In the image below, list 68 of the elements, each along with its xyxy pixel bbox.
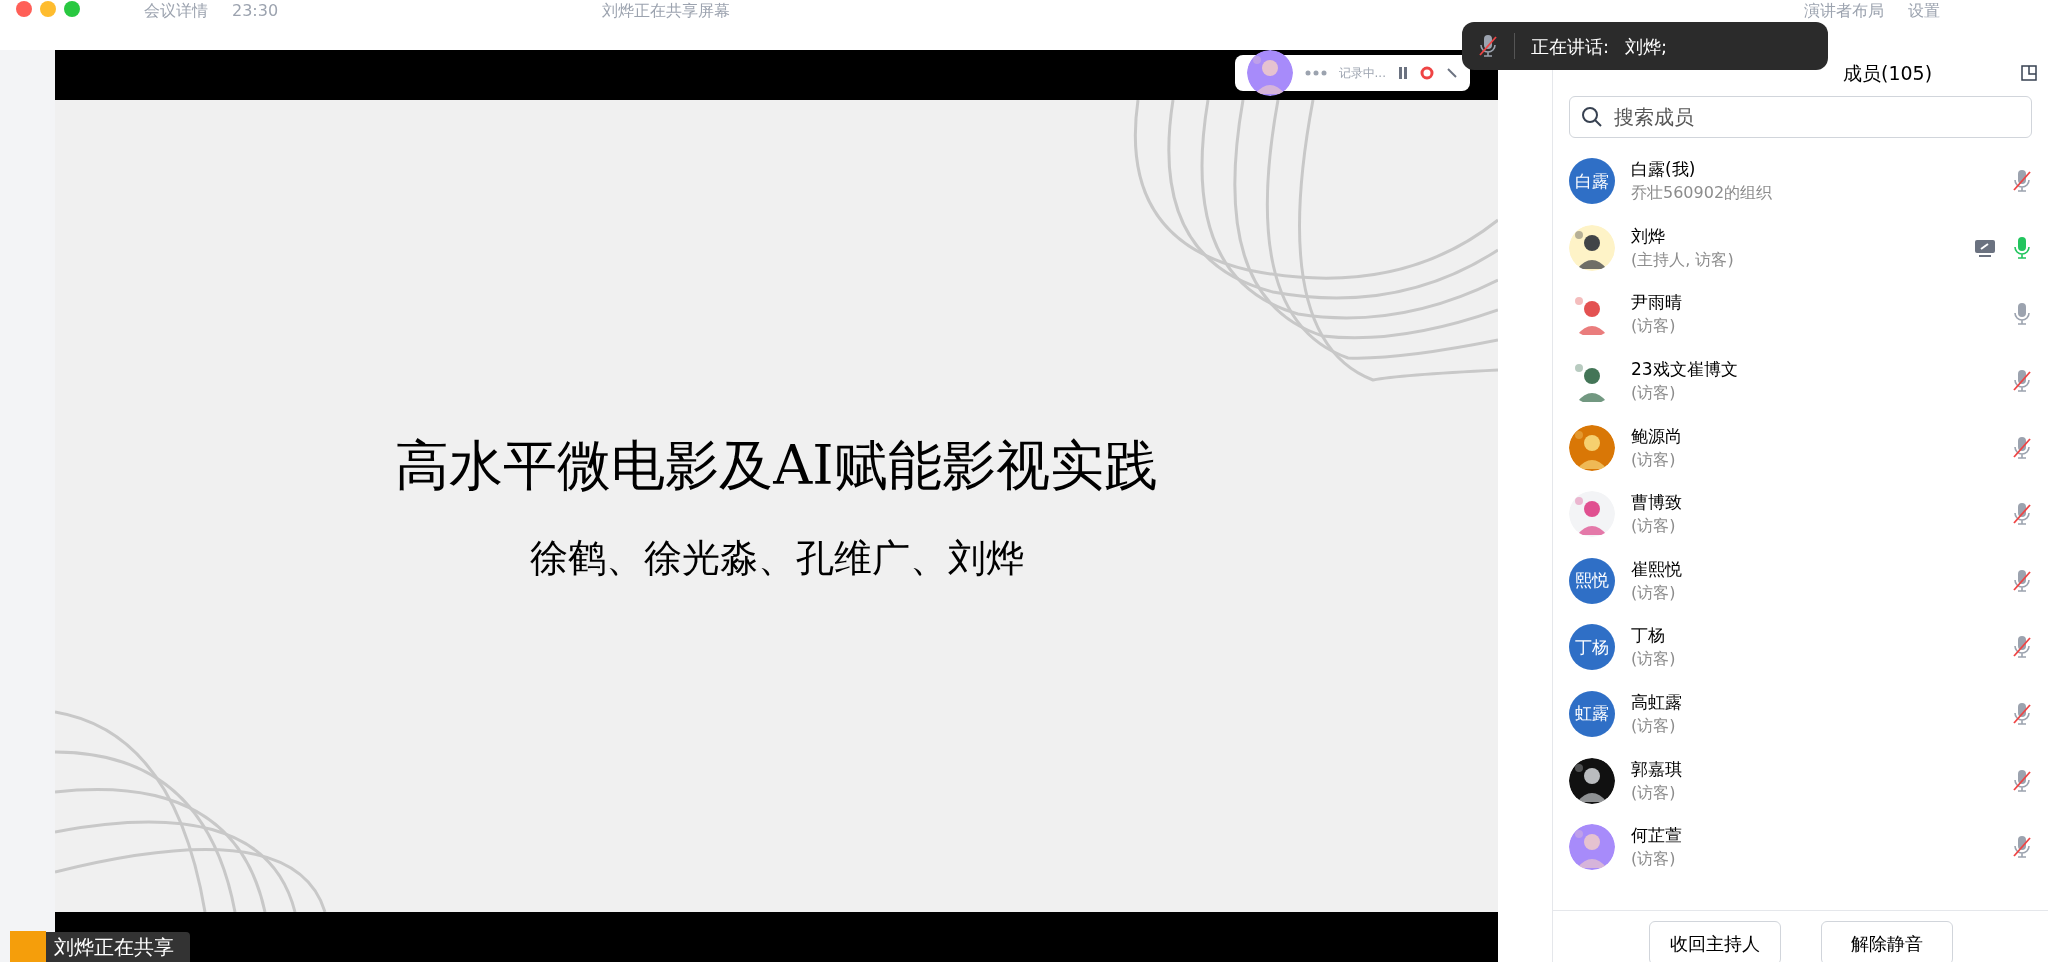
muted-mic-icon[interactable] (2012, 634, 2032, 661)
recording-status: 记录中... (1338, 65, 1386, 82)
member-name: 23戏文崔博文 (1631, 358, 1739, 382)
stop-record-icon[interactable] (1420, 66, 1434, 80)
member-role: (访客) (1631, 382, 1677, 405)
share-status: 刘烨正在共享屏幕 (602, 1, 731, 21)
member-role: (主持人, 访客) (1631, 248, 1735, 271)
speaking-label: 正在讲话: (1531, 34, 1610, 59)
member-name: 曹博致 (1631, 491, 1683, 515)
member-row[interactable]: 尹雨晴 (访客) (1553, 281, 2048, 348)
member-role: (访客) (1631, 315, 1677, 338)
slide-title: 高水平微电影及AI赋能影视实践 (395, 433, 1158, 499)
member-name: 丁杨 (1631, 624, 1666, 648)
pop-out-icon[interactable] (2020, 64, 2038, 82)
search-field[interactable]: 搜索成员 (1569, 96, 2032, 138)
avatar: 熙悦 (1569, 557, 1615, 604)
member-row[interactable]: 丁杨 丁杨 (访客) (1553, 614, 2048, 681)
muted-mic-icon[interactable] (2012, 767, 2032, 794)
avatar: 虹露 (1569, 691, 1615, 738)
member-row[interactable]: 虹露 高虹露 (访客) (1553, 680, 2048, 748)
member-name: 尹雨晴 (1631, 291, 1683, 315)
member-role: (访客) (1631, 781, 1677, 804)
member-name: 鲍源尚 (1631, 424, 1683, 448)
more-icon[interactable] (1304, 70, 1327, 76)
member-name: 高虹露 (1631, 691, 1683, 715)
mic-icon[interactable] (2012, 301, 2032, 328)
muted-mic-icon[interactable] (2012, 501, 2032, 528)
member-role: (访客) (1631, 448, 1677, 471)
slide-authors: 徐鹤、徐光淼、孔维广、刘烨 (529, 535, 1024, 582)
member-role: (访客) (1631, 848, 1677, 871)
muted-mic-icon[interactable] (2012, 567, 2032, 594)
member-row[interactable]: 白露 白露(我) 乔壮560902的组织 (1553, 148, 2048, 215)
muted-mic-icon[interactable] (2012, 701, 2032, 728)
muted-mic-icon[interactable] (2012, 434, 2032, 461)
member-row[interactable]: 何芷萱 (访客) (1553, 813, 2048, 881)
panel-title: 成员(105) (1843, 60, 1933, 86)
speaker-names: 刘烨; (1625, 34, 1668, 59)
member-role: 乔壮560902的组织 (1631, 182, 1774, 205)
avatar: 白露 (1569, 158, 1615, 205)
member-row[interactable]: 郭嘉琪 (访客) (1553, 747, 2048, 814)
muted-mic-icon[interactable] (2012, 368, 2032, 395)
avatar: 丁杨 (1569, 624, 1615, 671)
member-row[interactable]: 曹博致 (访客) (1553, 480, 2048, 548)
search-icon (1581, 106, 1603, 128)
meeting-time: 23:30 (232, 1, 279, 21)
muted-mic-icon[interactable] (1478, 33, 1498, 59)
member-row[interactable]: 鲍源尚 (访客) (1553, 414, 2048, 481)
member-name: 白露(我) (1631, 158, 1697, 182)
member-name: 何芷萱 (1631, 824, 1683, 848)
member-role: (访客) (1631, 515, 1677, 538)
member-role: (访客) (1631, 715, 1677, 738)
pause-icon[interactable] (1398, 67, 1408, 79)
member-name: 刘烨 (1631, 224, 1666, 248)
member-role: (访客) (1631, 648, 1677, 671)
sharing-text: 刘烨正在共享 (54, 934, 174, 960)
member-row[interactable]: 熙悦 崔熙悦 (访客) (1553, 547, 2048, 615)
muted-mic-icon[interactable] (2012, 834, 2032, 861)
mic-icon[interactable] (2012, 234, 2032, 261)
close-window-icon[interactable] (16, 1, 32, 17)
muted-mic-icon[interactable] (2012, 168, 2032, 195)
member-role: (访客) (1631, 581, 1677, 604)
member-name: 郭嘉琪 (1631, 757, 1683, 781)
member-row[interactable]: 刘烨 (主持人, 访客) (1553, 214, 2048, 282)
member-name: 崔熙悦 (1631, 557, 1683, 581)
member-row[interactable]: 23戏文崔博文 (访客) (1553, 347, 2048, 415)
zoom-window-icon[interactable] (64, 1, 80, 17)
footer-button[interactable]: 收回主持人 (1648, 921, 1781, 962)
footer-button[interactable]: 解除静音 (1820, 921, 1953, 962)
